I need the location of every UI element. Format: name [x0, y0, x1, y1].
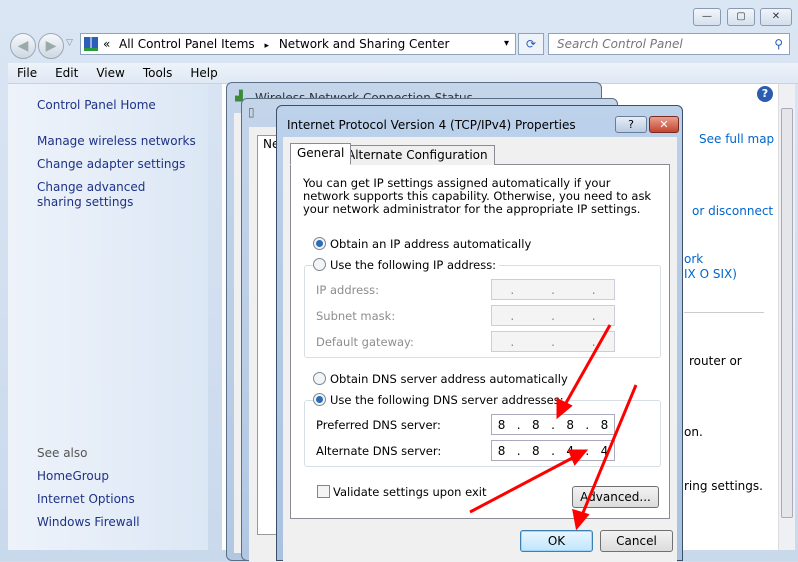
arrow-to-ok-button [578, 384, 638, 521]
arrow-head [572, 508, 590, 531]
arrow-to-preferred-dns [560, 324, 612, 411]
tab-general[interactable]: General [290, 143, 352, 165]
arrow-head [556, 397, 573, 420]
arrow-head [567, 449, 589, 466]
arrow-to-alternate-dns [469, 453, 579, 514]
annotation-arrows [469, 324, 638, 531]
